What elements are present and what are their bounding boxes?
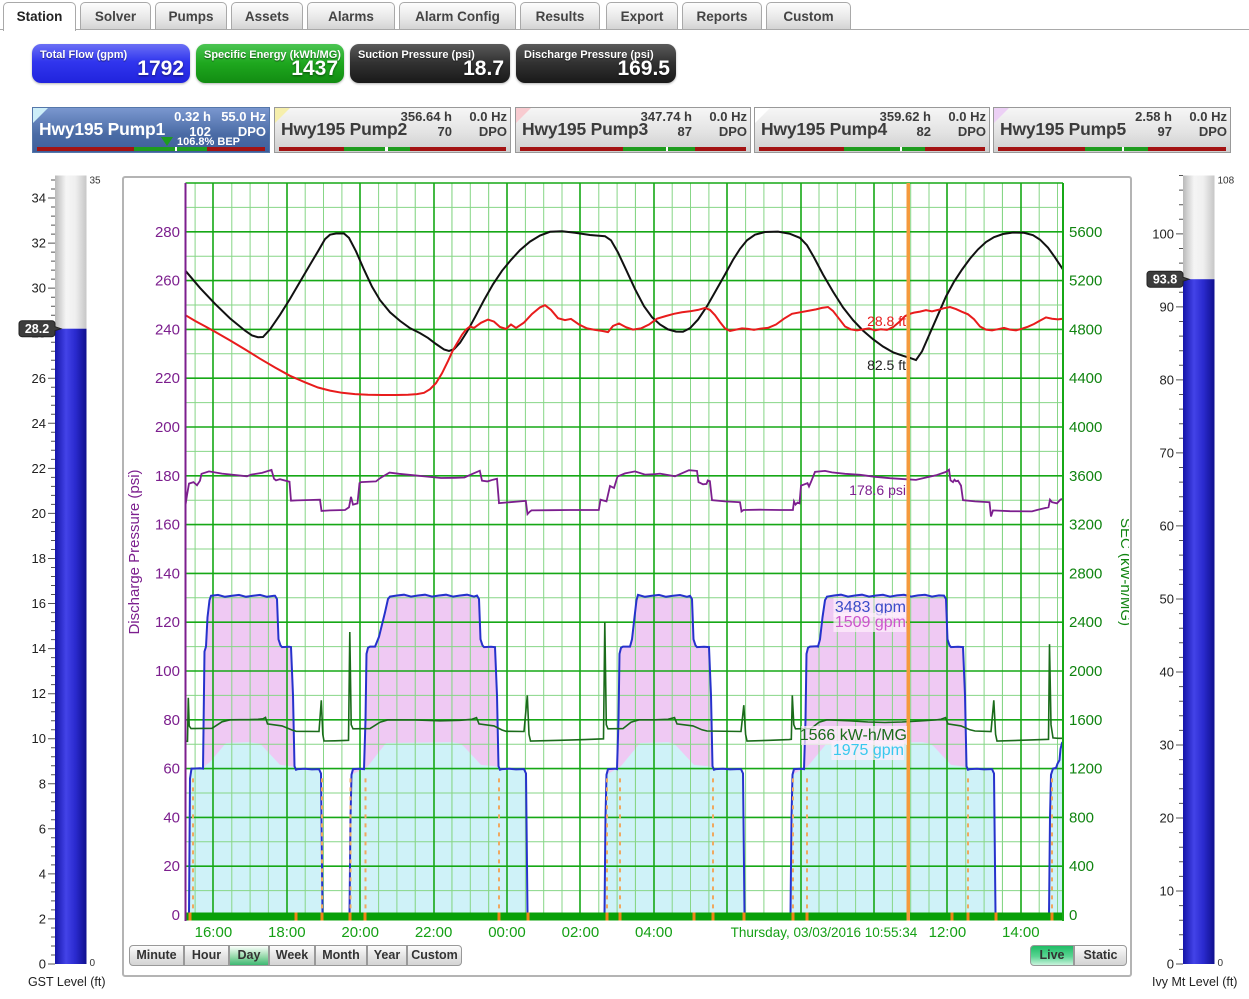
svg-text:30: 30 <box>32 281 46 296</box>
svg-text:80: 80 <box>1160 372 1174 387</box>
svg-text:20:00: 20:00 <box>341 924 379 941</box>
svg-text:93.8: 93.8 <box>1153 273 1177 287</box>
svg-text:90: 90 <box>1160 299 1174 314</box>
svg-text:SEC (kW-h/MG): SEC (kW-h/MG) <box>1117 518 1129 626</box>
svg-text:5200: 5200 <box>1069 273 1102 290</box>
svg-text:40: 40 <box>163 809 180 826</box>
svg-text:0: 0 <box>90 958 96 969</box>
svg-text:1200: 1200 <box>1069 761 1102 778</box>
svg-text:60: 60 <box>1160 518 1174 533</box>
svg-text:140: 140 <box>155 565 180 582</box>
svg-text:10: 10 <box>1160 884 1174 899</box>
svg-text:10: 10 <box>32 731 46 746</box>
svg-text:40: 40 <box>1160 665 1174 680</box>
svg-text:3600: 3600 <box>1069 468 1102 485</box>
svg-text:Discharge Pressure (psi): Discharge Pressure (psi) <box>126 469 143 634</box>
svg-text:800: 800 <box>1069 809 1094 826</box>
svg-text:16:00: 16:00 <box>195 924 233 941</box>
svg-text:30: 30 <box>1160 738 1174 753</box>
svg-text:4: 4 <box>39 866 46 881</box>
svg-text:14:00: 14:00 <box>1002 924 1040 941</box>
svg-text:8: 8 <box>39 776 46 791</box>
svg-text:35: 35 <box>90 176 102 187</box>
svg-text:28.8 ft: 28.8 ft <box>867 313 906 329</box>
svg-text:02:00: 02:00 <box>562 924 600 941</box>
svg-text:6: 6 <box>39 821 46 836</box>
svg-text:20: 20 <box>163 858 180 875</box>
svg-text:280: 280 <box>155 224 180 241</box>
svg-text:200: 200 <box>155 419 180 436</box>
svg-text:22: 22 <box>32 461 46 476</box>
svg-text:70: 70 <box>1160 445 1174 460</box>
svg-text:12:00: 12:00 <box>929 924 967 941</box>
svg-text:240: 240 <box>155 321 180 338</box>
svg-text:16: 16 <box>32 596 46 611</box>
svg-text:28: 28 <box>32 326 46 341</box>
svg-text:28.2: 28.2 <box>25 322 49 336</box>
svg-text:18: 18 <box>32 551 46 566</box>
svg-text:Ivy Mt Level (ft): Ivy Mt Level (ft) <box>1152 975 1237 989</box>
svg-text:0: 0 <box>1167 957 1174 972</box>
svg-text:5600: 5600 <box>1069 224 1102 241</box>
svg-text:260: 260 <box>155 273 180 290</box>
svg-text:22:00: 22:00 <box>415 924 453 941</box>
svg-text:100: 100 <box>155 663 180 680</box>
svg-text:0: 0 <box>172 907 180 924</box>
svg-text:178.6 psi: 178.6 psi <box>849 482 906 498</box>
svg-text:1600: 1600 <box>1069 712 1102 729</box>
svg-text:04:00: 04:00 <box>635 924 673 941</box>
svg-text:2400: 2400 <box>1069 614 1102 631</box>
svg-text:2000: 2000 <box>1069 663 1102 680</box>
svg-text:14: 14 <box>32 641 46 656</box>
svg-text:0: 0 <box>1218 958 1224 969</box>
svg-text:1509 gpm: 1509 gpm <box>835 614 906 631</box>
svg-text:20: 20 <box>32 506 46 521</box>
svg-text:12: 12 <box>32 686 46 701</box>
svg-text:GST Level (ft): GST Level (ft) <box>28 975 106 989</box>
svg-text:3200: 3200 <box>1069 517 1102 534</box>
svg-text:2: 2 <box>39 911 46 926</box>
svg-text:18:00: 18:00 <box>268 924 306 941</box>
svg-text:108: 108 <box>1218 176 1235 187</box>
svg-text:34: 34 <box>32 191 46 206</box>
svg-text:180: 180 <box>155 468 180 485</box>
svg-text:120: 120 <box>155 614 180 631</box>
svg-text:00:00: 00:00 <box>488 924 526 941</box>
svg-text:0: 0 <box>39 957 46 972</box>
svg-text:1975 gpm: 1975 gpm <box>833 742 904 759</box>
svg-text:Thursday, 03/03/2016 10:55:34: Thursday, 03/03/2016 10:55:34 <box>731 925 918 940</box>
svg-text:0: 0 <box>1069 907 1077 924</box>
svg-text:26: 26 <box>32 371 46 386</box>
svg-text:60: 60 <box>163 761 180 778</box>
svg-text:220: 220 <box>155 370 180 387</box>
svg-text:100: 100 <box>1152 226 1174 241</box>
svg-text:50: 50 <box>1160 592 1174 607</box>
svg-text:80: 80 <box>163 712 180 729</box>
svg-text:82.5 ft: 82.5 ft <box>867 357 906 373</box>
svg-text:160: 160 <box>155 517 180 534</box>
svg-text:4800: 4800 <box>1069 321 1102 338</box>
svg-text:24: 24 <box>32 416 46 431</box>
svg-text:4000: 4000 <box>1069 419 1102 436</box>
svg-text:20: 20 <box>1160 811 1174 826</box>
svg-text:32: 32 <box>32 236 46 251</box>
svg-text:2800: 2800 <box>1069 565 1102 582</box>
svg-text:4400: 4400 <box>1069 370 1102 387</box>
svg-text:400: 400 <box>1069 858 1094 875</box>
